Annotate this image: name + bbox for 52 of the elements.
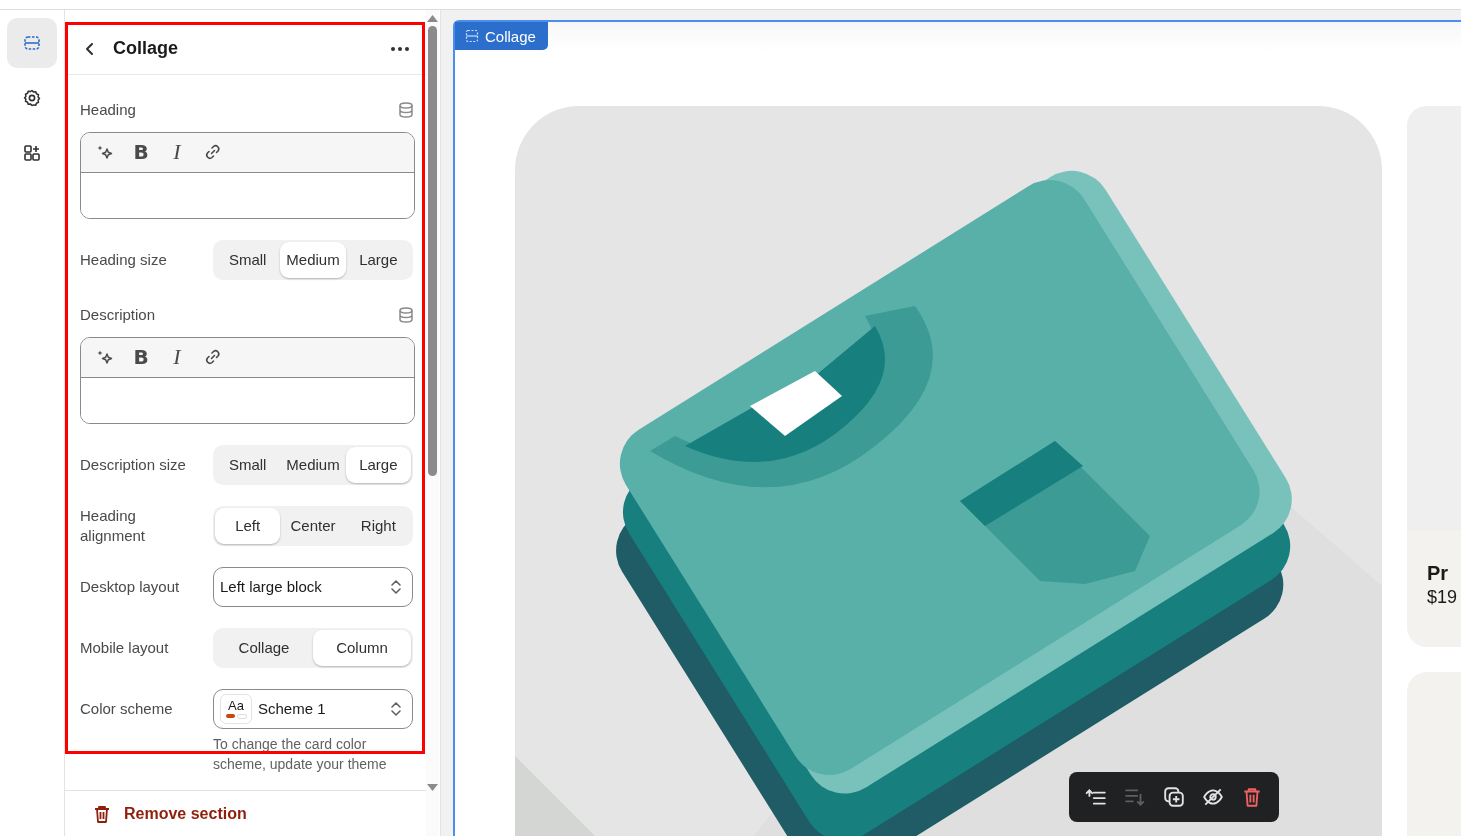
scroll-up-icon[interactable]	[426, 13, 439, 23]
field-label: Heading	[80, 101, 136, 119]
text-editor[interactable]: B I	[80, 336, 415, 424]
segment-option[interactable]: Large	[345, 446, 411, 483]
section-icon	[465, 29, 479, 43]
scroll-down-icon[interactable]	[426, 783, 439, 793]
italic-button[interactable]: I	[165, 140, 189, 165]
sections-icon	[22, 33, 42, 53]
chevron-icon	[390, 699, 402, 718]
field-label: Color scheme	[80, 698, 174, 719]
text-editor[interactable]: B I	[80, 131, 415, 219]
product-price: $19	[1427, 587, 1459, 608]
field-label: Mobile layout	[80, 637, 170, 658]
trash-icon	[93, 803, 111, 824]
segment-option[interactable]: Medium	[280, 446, 346, 483]
move-up-icon[interactable]	[1085, 786, 1108, 808]
segment-option[interactable]: Center	[280, 507, 346, 544]
duplicate-icon[interactable]	[1163, 786, 1185, 808]
segment-option[interactable]: Small	[215, 446, 281, 483]
settings-icon	[22, 88, 42, 108]
section-tab[interactable]: Collage	[455, 22, 548, 50]
eye-slash-icon[interactable]	[1201, 786, 1224, 808]
remove-section-button[interactable]: Remove section	[93, 803, 247, 824]
product-card[interactable]: Pr $19	[1407, 106, 1461, 647]
field-label: Heading size	[80, 249, 168, 270]
more-icon[interactable]	[390, 45, 410, 52]
field-label: Description	[80, 306, 156, 324]
database-icon[interactable]	[397, 100, 415, 119]
field-label: Heading alignment	[80, 505, 147, 546]
help-text: To change the card color scheme, update your theme	[213, 734, 388, 774]
product-title: Pr	[1427, 562, 1450, 585]
segment-option[interactable]: Column	[313, 629, 411, 666]
italic-button[interactable]: I	[165, 345, 189, 370]
segment-option[interactable]: Small	[215, 241, 281, 278]
select-field[interactable]: Aa Scheme 1	[213, 688, 413, 729]
scrollbar-thumb[interactable]	[428, 26, 437, 476]
field-label: Description size	[80, 454, 187, 475]
segment-option[interactable]: Medium	[280, 241, 346, 278]
apps-icon	[22, 143, 42, 163]
database-icon[interactable]	[397, 305, 415, 324]
segment-option[interactable]: Left	[215, 507, 281, 544]
select-field[interactable]: Left large block	[213, 566, 413, 607]
bold-button[interactable]: B	[129, 140, 153, 165]
chevron-icon	[390, 577, 402, 596]
swatch-label: Aa	[228, 698, 244, 714]
segment-option[interactable]: Right	[345, 507, 411, 544]
segment-option[interactable]: Large	[345, 241, 411, 278]
color-bars-icon	[225, 714, 247, 720]
segment-option[interactable]: Collage	[215, 629, 313, 666]
panel-title: Collage	[113, 38, 179, 60]
field-label: Desktop layout	[80, 576, 181, 597]
bold-button[interactable]: B	[129, 345, 153, 370]
